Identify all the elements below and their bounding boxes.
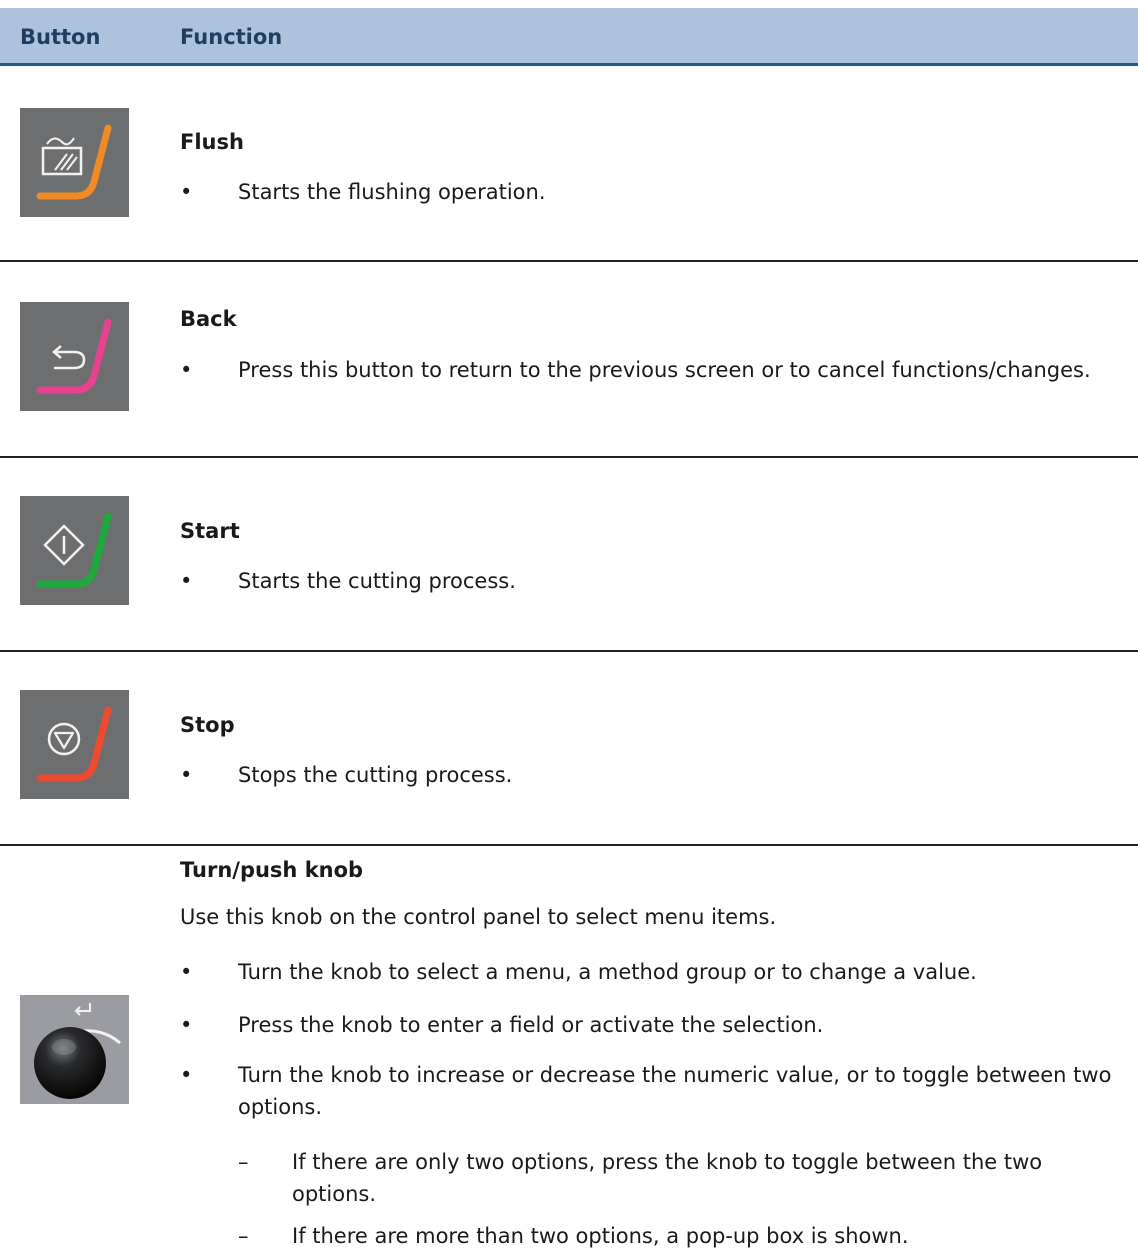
row-divider bbox=[0, 650, 1138, 652]
turn-push-knob-icon bbox=[20, 995, 129, 1104]
column-header-button: Button bbox=[20, 25, 101, 49]
list-item: • Press this button to return to the pre… bbox=[180, 354, 1120, 386]
list-item: • Press the knob to enter a field or act… bbox=[180, 1009, 1120, 1041]
start-diamond-icon bbox=[20, 496, 129, 605]
list-item: • Starts the cutting process. bbox=[180, 565, 1120, 597]
sub-list-item-text: If there are more than two options, a po… bbox=[292, 1224, 909, 1248]
list-item-text: Press this button to return to the previ… bbox=[238, 358, 1091, 382]
list-item-text: Stops the cutting process. bbox=[238, 763, 513, 787]
list-item-text: Turn the knob to select a menu, a method… bbox=[238, 960, 977, 984]
row-divider bbox=[0, 260, 1138, 262]
list-item: • Turn the knob to select a menu, a meth… bbox=[180, 956, 1120, 988]
row-title: Flush bbox=[180, 130, 244, 154]
list-item-text: Starts the cutting process. bbox=[238, 569, 516, 593]
sub-list-item-text: If there are only two options, press the… bbox=[292, 1150, 1043, 1206]
page: Button Function Flush • Starts the flush… bbox=[0, 0, 1138, 1260]
bullet-symbol: • bbox=[180, 960, 193, 984]
table-header: Button Function bbox=[0, 8, 1138, 66]
list-item-text: Press the knob to enter a field or activ… bbox=[238, 1013, 824, 1037]
row-title: Start bbox=[180, 519, 240, 543]
bullet-symbol: • bbox=[180, 1063, 193, 1087]
list-item: • Turn the knob to increase or decrease … bbox=[180, 1059, 1120, 1123]
list-item: • Stops the cutting process. bbox=[180, 759, 1120, 791]
list-item-text: Turn the knob to increase or decrease th… bbox=[238, 1063, 1112, 1119]
flush-icon bbox=[20, 108, 129, 217]
stop-triangle-icon bbox=[20, 690, 129, 799]
list-item: • Starts the flushing operation. bbox=[180, 176, 1120, 208]
list-item-text: Starts the flushing operation. bbox=[238, 180, 546, 204]
bullet-symbol: • bbox=[180, 1013, 193, 1037]
dash-symbol: – bbox=[238, 1150, 249, 1174]
back-arrow-icon bbox=[20, 302, 129, 411]
dash-symbol: – bbox=[238, 1224, 249, 1248]
row-title: Stop bbox=[180, 713, 235, 737]
sub-list-item: – If there are more than two options, a … bbox=[238, 1220, 1118, 1252]
sub-list-item: – If there are only two options, press t… bbox=[238, 1146, 1118, 1210]
row-divider bbox=[0, 844, 1138, 846]
row-divider bbox=[0, 456, 1138, 458]
row-title: Back bbox=[180, 307, 237, 331]
knob-intro: Use this knob on the control panel to se… bbox=[180, 905, 777, 929]
bullet-symbol: • bbox=[180, 763, 193, 787]
bullet-symbol: • bbox=[180, 358, 193, 382]
bullet-symbol: • bbox=[180, 180, 193, 204]
column-header-function: Function bbox=[180, 25, 283, 49]
bullet-symbol: • bbox=[180, 569, 193, 593]
row-title: Turn/push knob bbox=[180, 858, 364, 882]
